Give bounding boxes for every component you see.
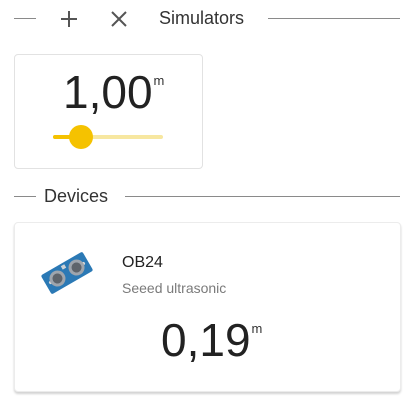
distance-slider[interactable] bbox=[53, 125, 163, 149]
device-value-display: 0,19m bbox=[161, 315, 262, 365]
simulator-card: 1,00m bbox=[14, 54, 203, 169]
slider-thumb[interactable] bbox=[68, 125, 93, 149]
ultrasonic-sensor-icon bbox=[39, 247, 95, 299]
simulators-title: Simulators bbox=[159, 8, 245, 28]
devices-title: Devices bbox=[44, 186, 109, 206]
simulator-value: 1,00 bbox=[63, 66, 153, 118]
device-type: Seeed ultrasonic bbox=[122, 280, 227, 296]
simulator-unit: m bbox=[153, 73, 165, 88]
device-card[interactable]: OB24 Seeed ultrasonic 0,19m bbox=[14, 222, 401, 392]
device-name: OB24 bbox=[122, 254, 163, 271]
devices-left-divider bbox=[14, 196, 36, 197]
close-button[interactable] bbox=[106, 6, 132, 32]
device-value: 0,19 bbox=[161, 314, 251, 366]
add-button[interactable] bbox=[56, 6, 82, 32]
devices-right-divider bbox=[125, 196, 400, 197]
header-left-divider bbox=[14, 18, 36, 19]
device-unit: m bbox=[251, 321, 263, 336]
plus-icon bbox=[61, 11, 77, 27]
header-right-divider bbox=[268, 18, 400, 19]
close-icon bbox=[111, 11, 127, 27]
simulator-value-display: 1,00m bbox=[63, 67, 164, 117]
